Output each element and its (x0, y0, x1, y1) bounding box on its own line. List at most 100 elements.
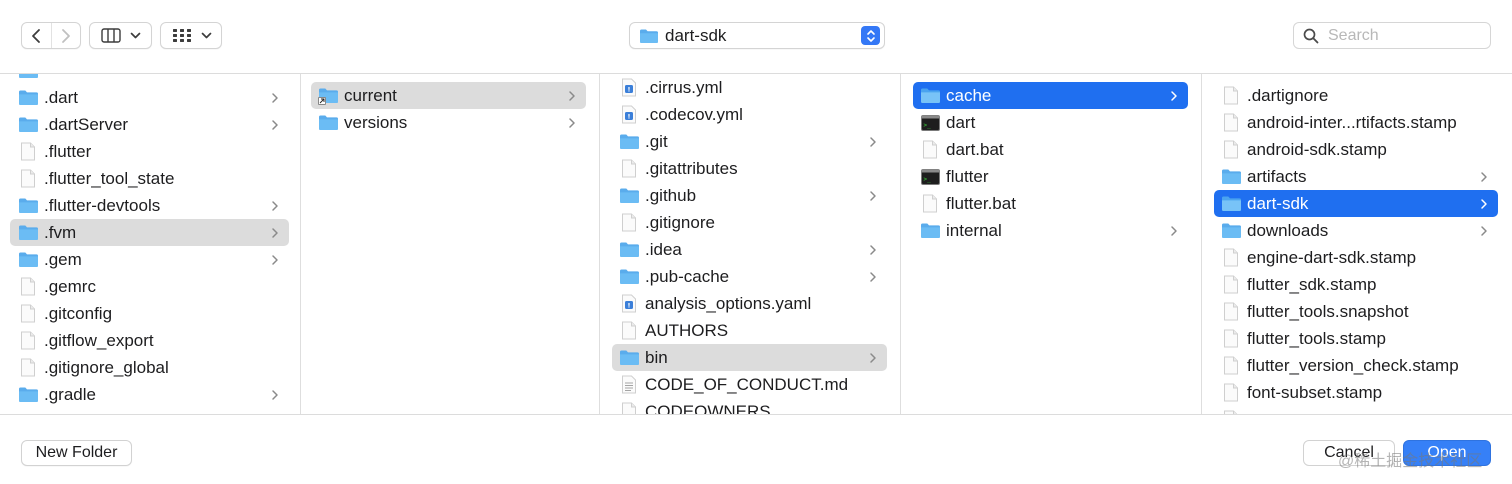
list-item-label: .gemrc (44, 276, 96, 296)
list-item[interactable]: android-sdk.stamp (1214, 136, 1498, 163)
browser-column-1[interactable]: .dart .dartServer .flutter .flutter_tool_st… (0, 74, 301, 414)
folder-icon (618, 133, 640, 151)
list-item[interactable]: .pub-cache (612, 263, 887, 290)
list-item[interactable]: .gitattributes (612, 155, 887, 182)
list-item[interactable]: .gitflow_export (10, 327, 289, 354)
list-item[interactable]: .gem (10, 246, 289, 273)
folder-icon (17, 197, 39, 215)
folder-icon (919, 222, 941, 240)
file-icon (1220, 275, 1242, 294)
list-item[interactable]: .flutter-devtools (10, 192, 289, 219)
list-item-label: versions (344, 112, 408, 132)
list-item-label: .gitignore (645, 212, 715, 232)
list-item-label: .codecov.yml (645, 104, 743, 124)
list-item-label: cache (946, 85, 992, 105)
browser-column-4[interactable]: cache >_ dart dart.bat >_ flutter flutter.bat i… (901, 74, 1202, 414)
list-item[interactable]: .fvm (10, 219, 289, 246)
list-item[interactable]: font-subset.stamp (1214, 379, 1498, 406)
browser-column-5[interactable]: .dartignore android-inter...rtifacts.stam… (1202, 74, 1512, 414)
new-folder-button[interactable]: New Folder (21, 440, 132, 466)
yaml-file-icon: ! (618, 105, 640, 124)
list-item-label: analysis_options.yaml (645, 293, 812, 313)
folder-icon (618, 268, 640, 286)
list-item[interactable]: CODE_OF_CONDUCT.md (612, 371, 887, 398)
forward-button[interactable] (50, 23, 80, 48)
list-item[interactable]: current (311, 82, 586, 109)
list-item[interactable]: .flutter (10, 138, 289, 165)
file-icon (1220, 356, 1242, 375)
list-item[interactable]: .dart (10, 84, 289, 111)
list-item[interactable]: .gemrc (10, 273, 289, 300)
browser-column-2[interactable]: current versions (299, 74, 600, 414)
list-item[interactable]: .dartignore (1214, 82, 1498, 109)
list-item[interactable]: downloads (1214, 217, 1498, 244)
group-by-button[interactable] (160, 22, 222, 49)
chevron-left-icon (32, 28, 41, 43)
folder-icon (17, 386, 39, 404)
list-item[interactable]: cache (913, 82, 1188, 109)
list-item-label: dart-sdk (1247, 193, 1309, 213)
list-item[interactable]: flutter_tools.stamp (1214, 325, 1498, 352)
list-item[interactable]: flutter_version_check.stamp (1214, 352, 1498, 379)
list-item[interactable]: ! .cirrus.yml (612, 74, 887, 101)
file-icon (1220, 383, 1242, 402)
file-icon (17, 169, 39, 188)
list-item-label: .flutter (44, 141, 92, 161)
list-item[interactable]: artifacts (1214, 163, 1498, 190)
list-item[interactable]: flutter_sdk.stamp (1214, 271, 1498, 298)
search-field[interactable] (1293, 22, 1491, 49)
dialog-footer: New Folder Cancel Open @稀土掘金技术社区 (0, 414, 1512, 484)
list-item[interactable]: .gitignore_global (10, 354, 289, 381)
list-item[interactable]: .git (612, 128, 887, 155)
list-item-label: dart.bat (946, 139, 1004, 159)
list-item[interactable]: engine-dart-sdk.stamp (1214, 244, 1498, 271)
column-browser: .dart .dartServer .flutter .flutter_tool_st… (0, 74, 1512, 414)
folder-icon (618, 241, 640, 259)
list-item[interactable]: .gitignore (612, 209, 887, 236)
list-item-label: .gradle (44, 384, 96, 404)
list-item-label: flutter (946, 166, 989, 186)
search-input[interactable] (1328, 26, 1478, 45)
list-item[interactable] (10, 74, 289, 84)
file-icon (17, 277, 39, 296)
list-item[interactable]: .flutter_tool_state (10, 165, 289, 192)
list-item[interactable]: bin (612, 344, 887, 371)
back-button[interactable] (22, 23, 51, 48)
list-item-label: downloads (1247, 220, 1329, 240)
list-item-label: dart (946, 112, 976, 132)
list-item[interactable]: dart.bat (913, 136, 1188, 163)
list-item[interactable]: android-inter...rtifacts.stamp (1214, 109, 1498, 136)
list-item[interactable]: AUTHORS (612, 317, 887, 344)
list-item[interactable] (1214, 406, 1498, 414)
view-mode-button[interactable] (89, 22, 152, 49)
chevron-right-icon (866, 243, 880, 257)
list-item[interactable]: flutter_tools.snapshot (1214, 298, 1498, 325)
list-item[interactable]: internal (913, 217, 1188, 244)
list-item[interactable]: .idea (612, 236, 887, 263)
list-item-label: font-subset.stamp (1247, 382, 1383, 402)
list-item-label: .dartServer (44, 114, 129, 134)
list-item[interactable]: ! .codecov.yml (612, 101, 887, 128)
list-item-label: CODE_OF_CONDUCT.md (645, 374, 849, 394)
location-popup[interactable]: dart-sdk (629, 22, 885, 49)
yaml-file-icon: ! (618, 294, 640, 313)
list-item[interactable]: .dartServer (10, 111, 289, 138)
list-item-label: .gitflow_export (44, 330, 154, 350)
list-item[interactable]: .github (612, 182, 887, 209)
popup-stepper[interactable] (861, 26, 880, 45)
list-item[interactable]: >_ flutter (913, 163, 1188, 190)
list-item[interactable]: .gradle (10, 381, 289, 408)
list-item-label: artifacts (1247, 166, 1307, 186)
list-item[interactable]: .gitconfig (10, 300, 289, 327)
list-item-label: .git (645, 131, 668, 151)
list-item[interactable]: CODEOWNERS (612, 398, 887, 414)
list-item-label: flutter_version_check.stamp (1247, 355, 1459, 375)
list-item[interactable]: >_ dart (913, 109, 1188, 136)
list-item[interactable]: versions (311, 109, 586, 136)
folder-icon (17, 74, 39, 80)
list-item[interactable]: flutter.bat (913, 190, 1188, 217)
list-item[interactable]: dart-sdk (1214, 190, 1498, 217)
list-item[interactable]: ! analysis_options.yaml (612, 290, 887, 317)
browser-column-3[interactable]: ! .cirrus.yml! .codecov.yml .git .gitattribu… (600, 74, 901, 414)
svg-text:!: ! (628, 113, 631, 121)
